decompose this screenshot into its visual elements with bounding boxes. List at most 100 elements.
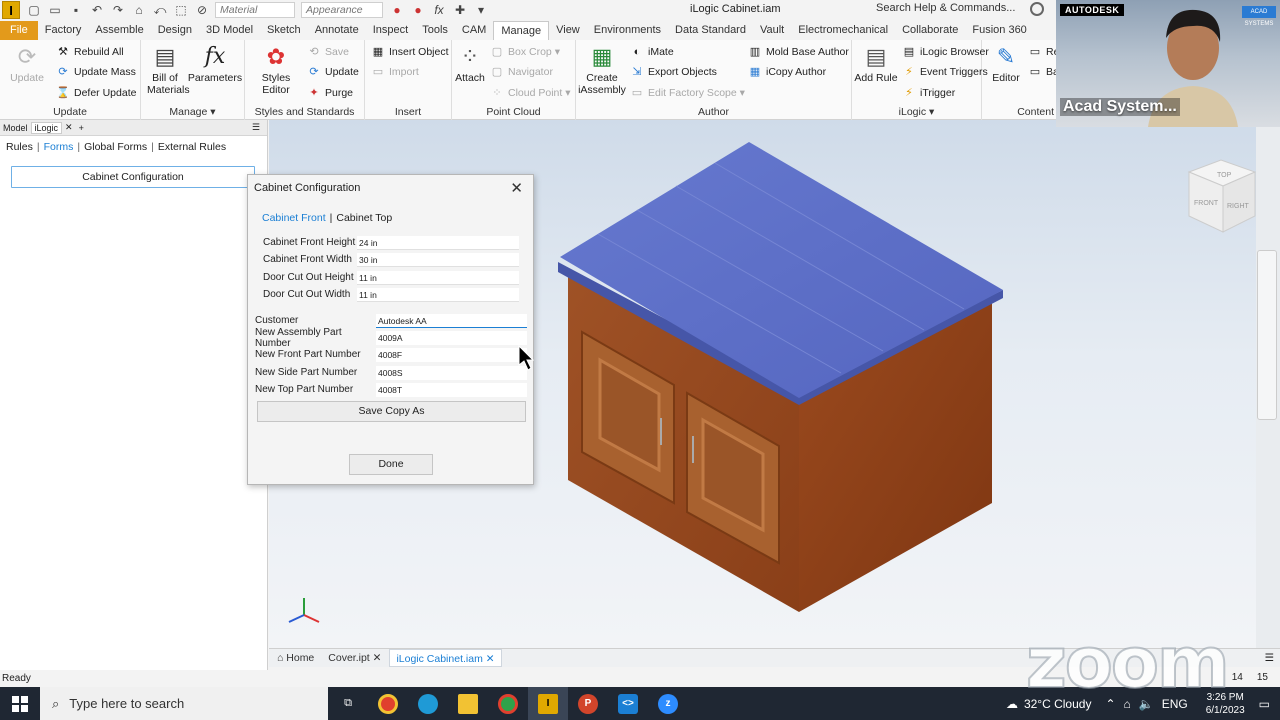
doc-tab-home[interactable]: ⌂ Home	[271, 649, 320, 667]
defer-update-button[interactable]: ⌛ Defer Update	[56, 85, 136, 101]
import-button[interactable]: ▭ Import	[371, 64, 419, 80]
panel-label-ilogic[interactable]: iLogic ▾	[852, 106, 981, 118]
tab-cabinet-top[interactable]: Cabinet Top	[336, 212, 392, 224]
customize-icon[interactable]: ▾	[474, 3, 488, 17]
tab-assemble[interactable]: Assemble	[88, 21, 150, 40]
tab-annotate[interactable]: Annotate	[308, 21, 366, 40]
tab-file[interactable]: File	[0, 21, 38, 40]
attach-button[interactable]: ⁘ Attach	[454, 44, 486, 84]
home-icon[interactable]: ⌂	[132, 3, 146, 17]
customer-input[interactable]: Autodesk AA	[376, 313, 527, 328]
tab-sketch[interactable]: Sketch	[260, 21, 308, 40]
event-triggers-button[interactable]: ⚡ Event Triggers	[902, 64, 988, 80]
done-button[interactable]: Done	[349, 454, 433, 475]
tab-cabinet-front[interactable]: Cabinet Front	[262, 212, 326, 224]
tab-fusion-360[interactable]: Fusion 360	[965, 21, 1033, 40]
zoom-icon[interactable]: z	[648, 687, 688, 720]
doc-tab-ilogic-cabinet[interactable]: iLogic Cabinet.iam ✕	[389, 649, 502, 667]
vscode-icon[interactable]: <>	[608, 687, 648, 720]
tab-3d-model[interactable]: 3D Model	[199, 21, 260, 40]
cabinet-configuration-form-button[interactable]: Cabinet Configuration	[11, 166, 255, 188]
browser-tab-model[interactable]: Model	[0, 123, 31, 133]
chrome-icon[interactable]	[368, 687, 408, 720]
appearance-dropdown[interactable]: Appearance	[301, 2, 383, 18]
add-rule-button[interactable]: ▤ Add Rule	[854, 44, 898, 84]
tab-list-icon[interactable]: ☰	[1265, 652, 1274, 664]
parameters-button[interactable]: fx Parameters	[187, 44, 243, 84]
cloud-point-button[interactable]: ⁘ Cloud Point ▾	[490, 85, 570, 101]
export-objects-button[interactable]: ⇲ Export Objects	[630, 64, 716, 80]
tab-data-standard[interactable]: Data Standard	[668, 21, 753, 40]
plus-icon[interactable]: ✚	[453, 3, 467, 17]
link-rules[interactable]: Rules	[6, 141, 33, 153]
front-part-number-input[interactable]: 4008F	[376, 347, 527, 362]
tab-environments[interactable]: Environments	[587, 21, 668, 40]
color-clear-icon[interactable]: ●	[411, 3, 425, 17]
content-re-button[interactable]: ▭ Re	[1028, 44, 1060, 60]
taskbar-search-input[interactable]: ⌕ Type here to search	[40, 687, 328, 720]
ilogic-browser-button[interactable]: ▤ iLogic Browser	[902, 44, 989, 60]
content-editor-button[interactable]: ✎ Editor	[988, 44, 1024, 84]
update-mass-button[interactable]: ⟳ Update Mass	[56, 64, 135, 80]
tab-cam[interactable]: CAM	[455, 21, 493, 40]
view-cube[interactable]: TOP FRONT RIGHT	[1187, 159, 1256, 233]
tab-tools[interactable]: Tools	[415, 21, 455, 40]
side-part-number-input[interactable]: 4008S	[376, 365, 527, 380]
user-icon[interactable]	[1030, 2, 1044, 16]
file-explorer-icon[interactable]	[448, 687, 488, 720]
link-forms[interactable]: Forms	[44, 141, 74, 153]
cabinet-front-width-input[interactable]: 30 in	[357, 252, 519, 267]
cabinet-front-height-input[interactable]: 24 in	[357, 235, 519, 250]
material-dropdown[interactable]: Material	[215, 2, 295, 18]
tab-manage[interactable]: Manage	[493, 21, 550, 40]
hamburger-menu-icon[interactable]: ☰	[249, 122, 263, 133]
tab-vault[interactable]: Vault	[753, 21, 791, 40]
icopy-author-button[interactable]: ▦ iCopy Author	[748, 64, 826, 80]
tab-factory[interactable]: Factory	[38, 21, 89, 40]
navigation-bar-strip[interactable]	[1257, 250, 1277, 420]
create-iassembly-button[interactable]: ▦ Create iAssembly	[578, 44, 626, 96]
fx-icon[interactable]: fx	[432, 3, 446, 17]
measure-icon[interactable]: ⊘	[195, 3, 209, 17]
notification-icon[interactable]: ▭	[1259, 697, 1270, 711]
task-view-icon[interactable]: ⧉	[328, 687, 368, 720]
powerpoint-icon[interactable]: P	[568, 687, 608, 720]
mold-base-author-button[interactable]: ▥ Mold Base Author	[748, 44, 849, 60]
close-icon[interactable]: ✕	[510, 179, 523, 197]
imate-button[interactable]: ◐ iMate	[630, 44, 674, 60]
styles-editor-button[interactable]: ✿ Styles Editor	[247, 44, 305, 96]
undo-icon[interactable]: ↶	[90, 3, 104, 17]
content-ba-button[interactable]: ▭ Ba	[1028, 64, 1059, 80]
styles-update-button[interactable]: ⟳ Update	[307, 64, 358, 80]
tab-design[interactable]: Design	[151, 21, 199, 40]
update-button[interactable]: ⟳ Update	[8, 44, 46, 84]
browser-tab-ilogic[interactable]: iLogic	[30, 121, 63, 134]
tab-collaborate[interactable]: Collaborate	[895, 21, 965, 40]
save-copy-as-button[interactable]: Save Copy As	[257, 401, 526, 422]
help-search-input[interactable]: Search Help & Commands...	[876, 2, 1026, 14]
styles-save-button[interactable]: ⟲ Save	[307, 44, 349, 60]
doc-tab-cover[interactable]: Cover.ipt ✕	[322, 649, 387, 667]
panel-label-manage[interactable]: Manage ▾	[141, 106, 244, 118]
tab-view[interactable]: View	[549, 21, 587, 40]
add-tab-icon[interactable]: +	[76, 123, 87, 133]
assembly-part-number-input[interactable]: 4009A	[376, 330, 527, 345]
insert-object-button[interactable]: ▦ Insert Object	[371, 44, 449, 60]
link-external-rules[interactable]: External Rules	[158, 141, 226, 153]
chrome-2-icon[interactable]	[488, 687, 528, 720]
select-icon[interactable]: ⬚	[174, 3, 188, 17]
return-icon[interactable]: ⤺	[153, 3, 167, 17]
tab-electromechanical[interactable]: Electromechanical	[791, 21, 895, 40]
close-tab-icon[interactable]: ✕	[62, 122, 76, 133]
bom-button[interactable]: ▤ Bill of Materials	[147, 44, 190, 96]
navigator-button[interactable]: ▢ Navigator	[490, 64, 553, 80]
open-icon[interactable]: ▭	[48, 3, 62, 17]
inventor-icon[interactable]: I	[528, 687, 568, 720]
edge-icon[interactable]	[408, 687, 448, 720]
new-icon[interactable]: ▢	[27, 3, 41, 17]
color-icon[interactable]: ●	[390, 3, 404, 17]
rebuild-all-button[interactable]: ⚒ Rebuild All	[56, 44, 124, 60]
door-cut-out-width-input[interactable]: 11 in	[357, 287, 519, 302]
inventor-logo-icon[interactable]: I	[2, 1, 20, 19]
edit-factory-scope-button[interactable]: ▭ Edit Factory Scope ▾	[630, 85, 745, 101]
